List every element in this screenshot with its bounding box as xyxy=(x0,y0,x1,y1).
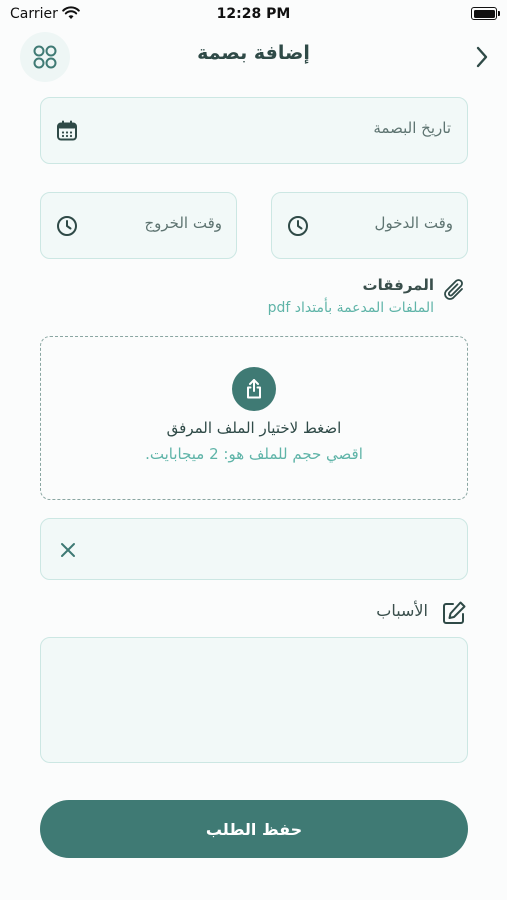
checkin-time-field[interactable]: وقت الدخول xyxy=(271,192,468,259)
upload-instruction: اضغط لاختيار الملف المرفق xyxy=(166,419,342,437)
attachments-title: المرفقات xyxy=(362,276,434,294)
clock-icon xyxy=(55,214,79,238)
save-request-button[interactable]: حفظ الطلب xyxy=(40,800,468,858)
attachments-hint: الملفات المدعمة بأمتداد pdf xyxy=(267,300,434,316)
upload-size-limit: اقصي حجم للملف هو: 2 ميجابايت. xyxy=(145,445,363,463)
close-icon[interactable] xyxy=(56,538,80,562)
reasons-label: الأسباب xyxy=(376,601,428,620)
date-placeholder: تاريخ البصمة xyxy=(373,119,451,137)
upload-button[interactable] xyxy=(232,367,276,411)
file-upload-zone[interactable] xyxy=(40,336,468,500)
checkout-time-field[interactable]: وقت الخروج xyxy=(40,192,237,259)
edit-icon xyxy=(440,598,468,628)
back-button[interactable] xyxy=(470,43,494,71)
status-time: 12:28 PM xyxy=(216,6,291,22)
checkin-placeholder: وقت الدخول xyxy=(374,214,453,232)
page-title: إضافة بصمة xyxy=(197,42,310,64)
clock-icon xyxy=(286,214,310,238)
paperclip-icon xyxy=(440,276,470,306)
checkout-placeholder: وقت الخروج xyxy=(144,214,222,232)
calendar-icon xyxy=(55,119,79,143)
status-bar: Carrier 12:28 PM xyxy=(0,0,507,30)
reasons-textarea[interactable] xyxy=(40,637,468,763)
date-field[interactable]: تاريخ البصمة xyxy=(40,97,468,164)
chevron-right-icon xyxy=(476,46,488,68)
battery-icon xyxy=(471,7,500,20)
selected-file-row xyxy=(40,518,468,580)
share-upload-icon xyxy=(247,379,261,399)
